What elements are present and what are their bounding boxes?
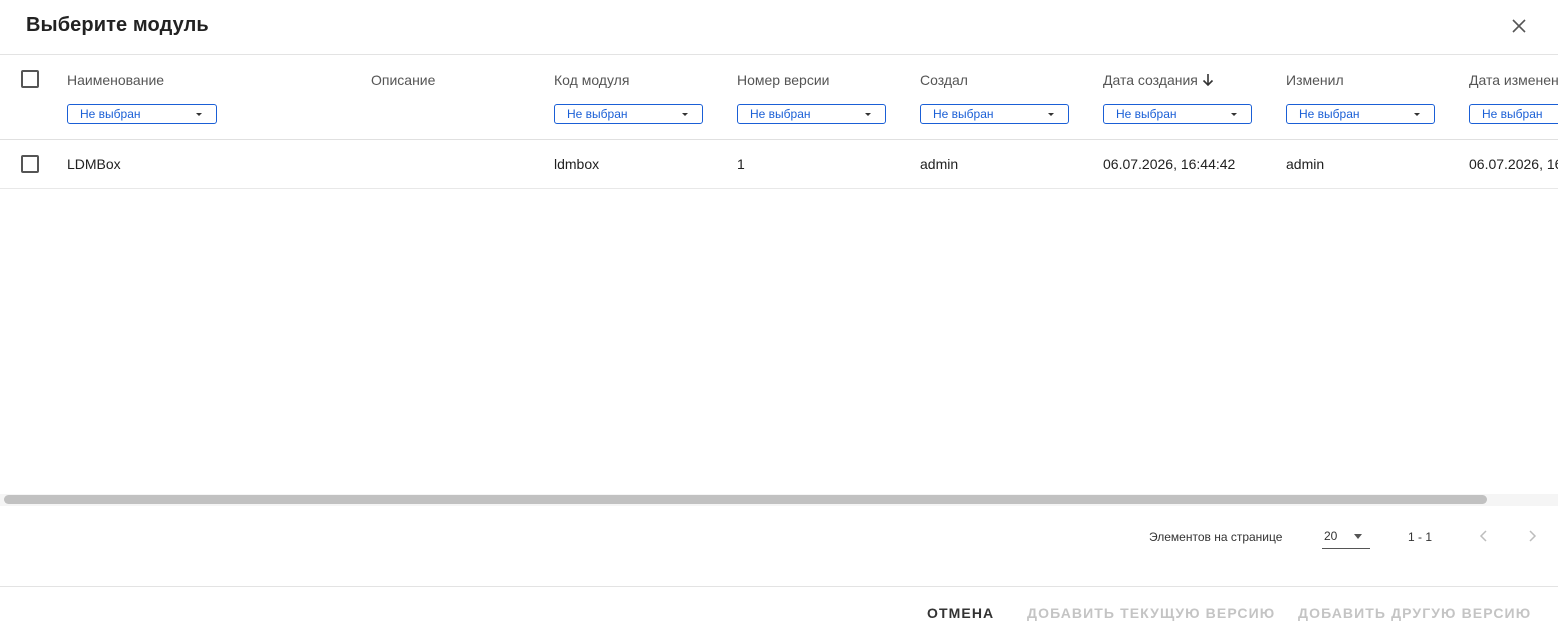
column-header-label: Дата изменения <box>1469 72 1558 88</box>
caret-down-icon <box>1231 113 1237 116</box>
filter-module-code-select[interactable]: Не выбран <box>554 104 703 124</box>
cell-version-number: 1 <box>737 156 745 172</box>
caret-down-icon <box>865 113 871 116</box>
items-per-page-value: 20 <box>1324 529 1338 543</box>
filter-version-number-select[interactable]: Не выбран <box>737 104 886 124</box>
column-header-name[interactable]: Наименование <box>67 72 164 88</box>
chevron-left-icon <box>1479 530 1487 542</box>
cell-modified-date: 06.07.2026, 16:44:42 <box>1469 156 1558 172</box>
cell-module-code: ldmbox <box>554 156 600 172</box>
items-per-page-select[interactable]: 20 <box>1322 524 1370 549</box>
caret-down-icon <box>1414 113 1420 116</box>
items-per-page-label: Элементов на странице <box>1149 530 1283 544</box>
dialog-actions: ОТМЕНА ДОБАВИТЬ ТЕКУЩУЮ ВЕРСИЮ ДОБАВИТЬ … <box>0 587 1558 640</box>
column-header-label: Описание <box>371 72 436 88</box>
cell-modified-by: admin <box>1286 156 1325 172</box>
dialog-title: Выберите модуль <box>26 14 209 36</box>
filter-label: Не выбран <box>80 107 141 121</box>
close-button[interactable] <box>1506 13 1532 39</box>
close-icon <box>1512 19 1526 33</box>
filter-created-by-select[interactable]: Не выбран <box>920 104 1069 124</box>
next-page-button[interactable] <box>1522 526 1542 546</box>
filter-created-date-select[interactable]: Не выбран <box>1103 104 1252 124</box>
caret-down-icon <box>682 113 688 116</box>
caret-down-icon <box>1354 534 1362 539</box>
filter-label: Не выбран <box>1482 107 1543 121</box>
chevron-right-icon <box>1529 530 1537 542</box>
row-checkbox[interactable] <box>21 155 39 173</box>
cancel-button[interactable]: ОТМЕНА <box>927 605 994 621</box>
column-header-label: Создал <box>920 72 968 88</box>
column-header-label: Номер версии <box>737 72 830 88</box>
cell-created-by: admin <box>920 156 959 172</box>
column-header-description[interactable]: Описание <box>371 72 435 88</box>
column-header-label: Код модуля <box>554 72 630 88</box>
column-header-label: Дата создания <box>1103 72 1198 88</box>
filter-label: Не выбран <box>750 107 811 121</box>
column-header-module-code[interactable]: Код модуля <box>554 72 629 88</box>
column-header-modified-date[interactable]: Дата изменения <box>1469 72 1558 88</box>
previous-page-button[interactable] <box>1474 526 1494 546</box>
column-header-version-number[interactable]: Номер версии <box>737 72 829 88</box>
column-header-label: Наименование <box>67 72 165 88</box>
column-header-modified-by[interactable]: Изменил <box>1286 72 1344 88</box>
add-current-version-button[interactable]: ДОБАВИТЬ ТЕКУЩУЮ ВЕРСИЮ <box>1027 605 1275 621</box>
caret-down-icon <box>1048 113 1054 116</box>
table-header-row: Наименование Не выбран Описание Код моду… <box>0 55 1558 140</box>
filter-modified-by-select[interactable]: Не выбран <box>1286 104 1435 124</box>
add-other-version-button[interactable]: ДОБАВИТЬ ДРУГУЮ ВЕРСИЮ <box>1298 605 1531 621</box>
cell-created-date: 06.07.2026, 16:44:42 <box>1103 156 1236 172</box>
cell-name: LDMBox <box>67 156 121 172</box>
filter-label: Не выбран <box>1299 107 1360 121</box>
filter-modified-date-select[interactable]: Не выбран <box>1469 104 1558 124</box>
caret-down-icon <box>196 113 202 116</box>
filter-name-select[interactable]: Не выбран <box>67 104 217 124</box>
column-header-created-date[interactable]: Дата создания <box>1103 72 1214 88</box>
filter-label: Не выбран <box>567 107 628 121</box>
sort-descending-icon <box>1202 74 1213 87</box>
filter-label: Не выбран <box>933 107 994 121</box>
select-module-dialog: Выберите модуль Наименование Не выбран О… <box>0 0 1558 640</box>
select-all-checkbox[interactable] <box>21 70 39 88</box>
column-header-label: Изменил <box>1286 72 1344 88</box>
modules-table: Наименование Не выбран Описание Код моду… <box>0 55 1558 495</box>
paginator: Элементов на странице 20 1 - 1 <box>0 506 1558 566</box>
table-row[interactable]: LDMBox ldmbox 1 admin 06.07.2026, 16:44:… <box>0 140 1558 189</box>
column-header-created-by[interactable]: Создал <box>920 72 968 88</box>
horizontal-scrollbar-thumb[interactable] <box>4 495 1487 504</box>
filter-label: Не выбран <box>1116 107 1177 121</box>
page-range-label: 1 - 1 <box>1408 530 1433 544</box>
